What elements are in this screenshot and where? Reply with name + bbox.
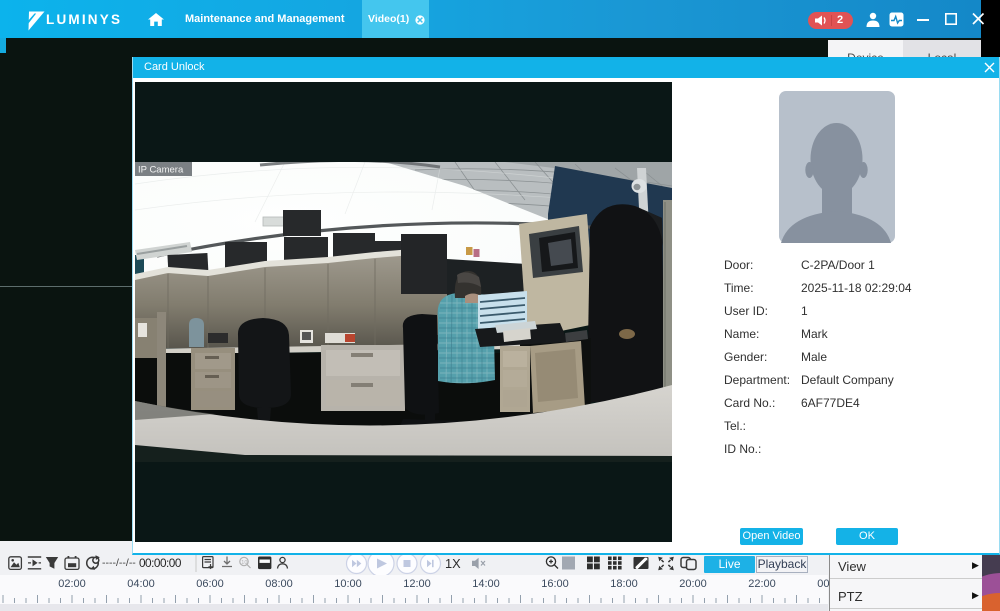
svg-text:IP Camera: IP Camera [138,165,184,176]
svg-text:00:00:00: 00:00:00 [139,556,182,570]
svg-text:10: 10 [241,560,247,566]
svg-text:----/--/--: ----/--/-- [102,557,136,569]
svg-text:1X: 1X [445,556,461,571]
